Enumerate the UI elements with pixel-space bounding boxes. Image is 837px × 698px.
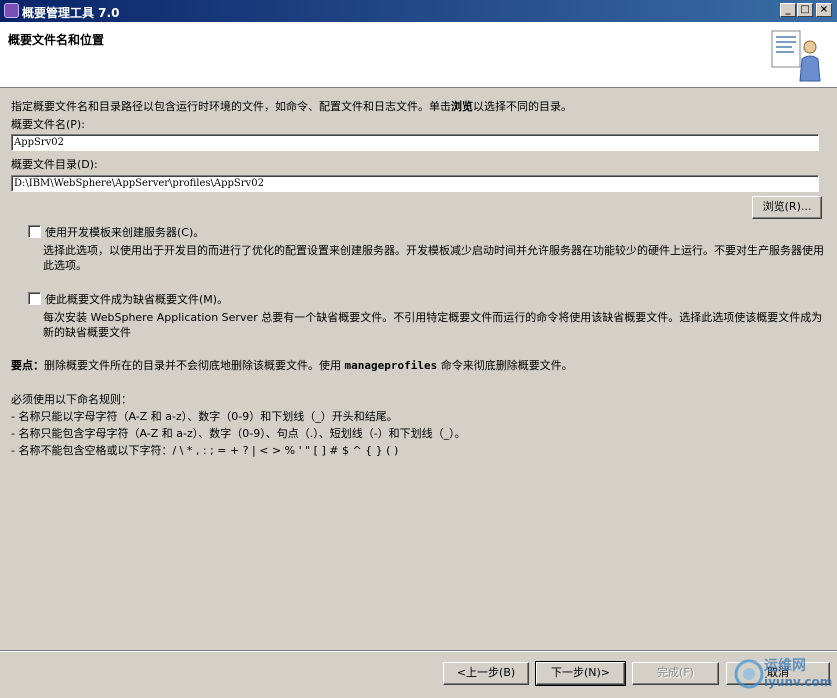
watermark-text: 运维网 — [764, 658, 806, 674]
watermark-logo-icon — [734, 659, 764, 689]
intro-text: 指定概要文件名和目录路径以包含运行时环境的文件，如命令、配置文件和日志文件。单击… — [11, 98, 572, 114]
finish-button[interactable]: 完成(F) — [632, 662, 719, 685]
naming-rules-heading: 必须使用以下命名规则： — [11, 393, 132, 406]
important-note: 要点：删除概要文件所在的目录并不会彻底地删除该概要文件。使用 managepro… — [11, 357, 573, 373]
naming-rule-item: - 名称不能包含空格或以下字符：/ \ * , : ; = + ? | < > … — [11, 444, 399, 457]
profile-directory-label: 概要文件目录(D): — [11, 158, 98, 171]
dev-template-label[interactable]: 使用开发模板来创建服务器(C)。 — [45, 224, 204, 240]
important-label: 要点： — [11, 359, 44, 372]
important-text-end: 命令来彻底删除概要文件。 — [437, 359, 573, 372]
intro-text-start: 指定概要文件名和目录路径以包含运行时环境的文件，如命令、配置文件和日志文件。单击 — [11, 100, 451, 113]
profile-document-person-icon — [771, 30, 821, 82]
watermark-domain: iyunv.com — [764, 675, 833, 689]
default-profile-description: 每次安装 WebSphere Application Server 总要有一个缺… — [43, 311, 823, 339]
title-bar[interactable]: 概要管理工具 7.0 _ □ × — [0, 0, 837, 22]
wizard-header: 概要文件名和位置 — [0, 22, 837, 88]
close-button[interactable]: × — [816, 3, 832, 17]
next-button[interactable]: 下一步(N)> — [535, 661, 626, 686]
default-profile-checkbox[interactable] — [28, 292, 41, 305]
back-button[interactable]: <上一步(B) — [443, 662, 529, 685]
manageprofiles-command: manageprofiles — [344, 359, 438, 372]
important-text-start: 删除概要文件所在的目录并不会彻底地删除该概要文件。使用 — [44, 359, 345, 372]
maximize-button[interactable]: □ — [797, 3, 813, 17]
profile-name-label: 概要文件名(P): — [11, 118, 85, 131]
dev-template-description: 选择此选项，以使用出于开发目的而进行了优化的配置设置来创建服务器。开发模板减少启… — [43, 244, 824, 272]
profile-directory-input[interactable]: D:\IBM\WebSphere\AppServer\profiles\AppS… — [11, 175, 819, 192]
site-watermark: 运维网 iyunv.com — [730, 651, 835, 696]
page-title: 概要文件名和位置 — [8, 33, 105, 47]
dev-template-checkbox[interactable] — [28, 225, 41, 238]
naming-rule-item: - 名称只能包含字母字符（A-Z 和 a-z）、数字（0-9）、句点（.）、短划… — [11, 427, 466, 440]
default-profile-label[interactable]: 使此概要文件成为缺省概要文件(M)。 — [45, 291, 228, 307]
profile-name-input[interactable]: AppSrv02 — [11, 134, 819, 151]
minimize-button[interactable]: _ — [780, 3, 796, 17]
naming-rule-item: - 名称只能以字母字符（A-Z 和 a-z）、数字（0-9）和下划线（_）开头和… — [11, 410, 398, 423]
browse-button[interactable]: 浏览(R)... — [752, 196, 822, 219]
footer-separator — [0, 650, 837, 652]
window-title: 概要管理工具 7.0 — [22, 6, 120, 20]
intro-browse-word: 浏览 — [451, 100, 473, 113]
intro-text-end: 以选择不同的目录。 — [473, 100, 572, 113]
app-icon — [4, 3, 19, 18]
